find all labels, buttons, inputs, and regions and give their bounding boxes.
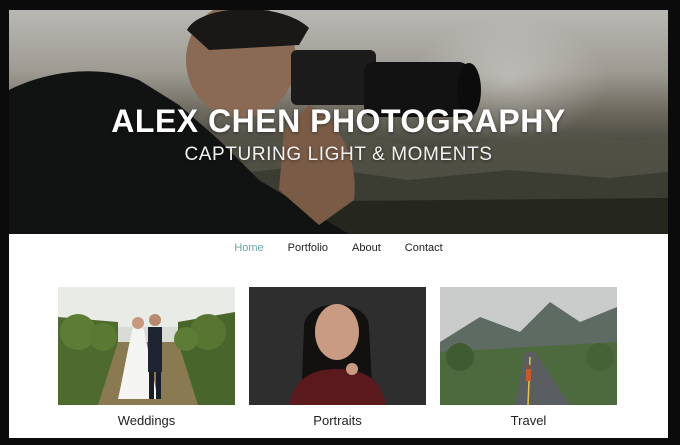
hero-banner: ALEX CHEN PHOTOGRAPHY CAPTURING LIGHT & … <box>9 10 668 234</box>
portraits-caption[interactable]: Portraits <box>249 413 426 428</box>
gallery-card-portraits[interactable]: Portraits <box>249 287 426 428</box>
site-tagline: CAPTURING LIGHT & MOMENTS <box>184 144 493 165</box>
nav-home[interactable]: Home <box>222 242 275 262</box>
travel-caption[interactable]: Travel <box>440 413 617 428</box>
browser-viewport: ALEX CHEN PHOTOGRAPHY CAPTURING LIGHT & … <box>9 10 668 438</box>
nav-contact[interactable]: Contact <box>393 242 455 262</box>
portraits-photo[interactable] <box>249 287 426 405</box>
weddings-photo[interactable] <box>58 287 235 405</box>
weddings-caption[interactable]: Weddings <box>58 413 235 428</box>
main-nav: Home Portfolio About Contact <box>9 242 668 262</box>
travel-photo[interactable] <box>440 287 617 405</box>
nav-portfolio[interactable]: Portfolio <box>276 242 340 262</box>
gallery-card-travel[interactable]: Travel <box>440 287 617 428</box>
gallery-card-weddings[interactable]: Weddings <box>58 287 235 428</box>
nav-about[interactable]: About <box>340 242 393 262</box>
site-title: ALEX CHEN PHOTOGRAPHY <box>111 103 566 139</box>
